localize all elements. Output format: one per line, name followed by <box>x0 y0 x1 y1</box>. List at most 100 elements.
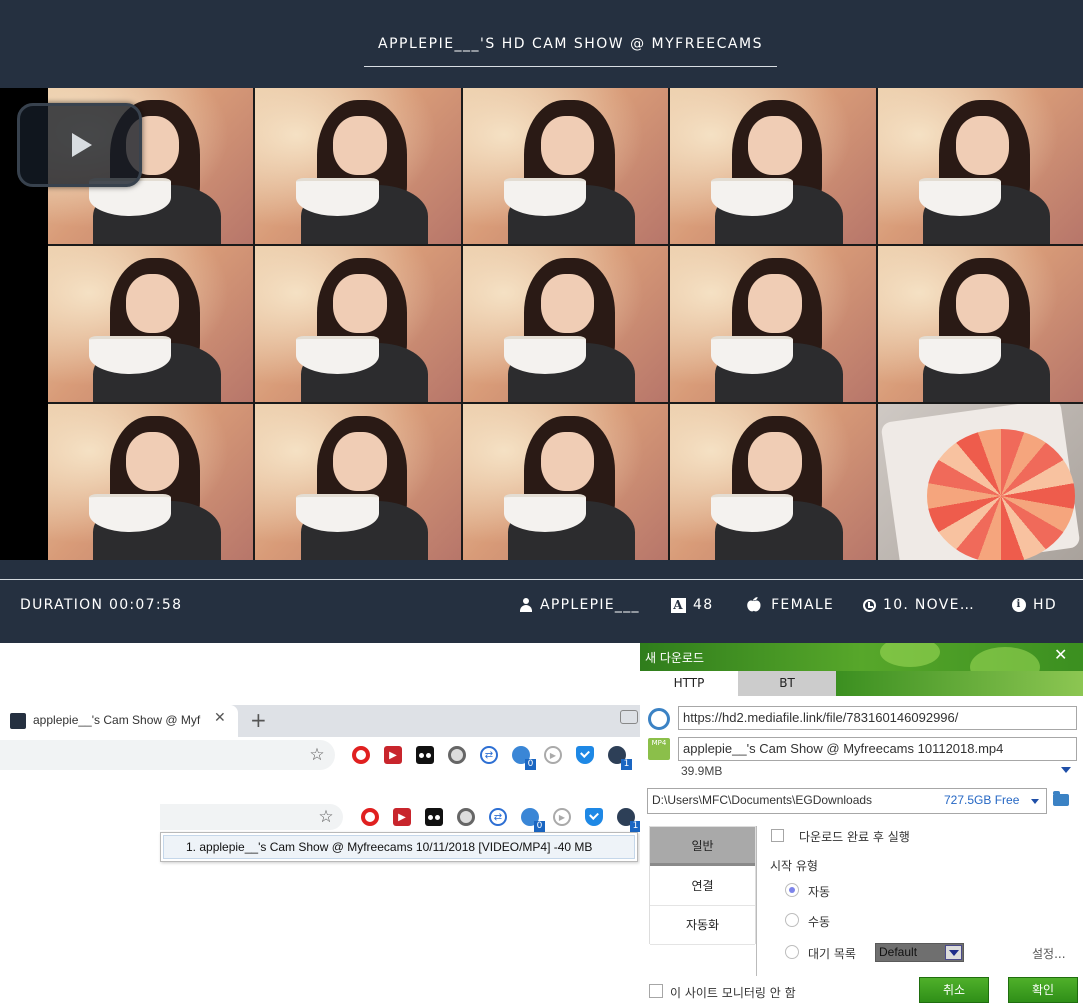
address-bar[interactable] <box>160 804 343 830</box>
font-icon: A <box>671 597 686 613</box>
tab-bt[interactable]: BT <box>738 671 836 696</box>
sync-icon[interactable]: ⇄ <box>489 808 507 826</box>
info-icon: i <box>1012 598 1026 612</box>
browser-tab[interactable]: applepie__'s Cam Show @ Myf ✕ <box>0 705 238 737</box>
record-icon[interactable]: ▶ <box>393 808 411 826</box>
page-header: APPLEPIE___'S HD CAM SHOW @ MYFREECAMS <box>0 0 1083 88</box>
eagleget-icon[interactable]: 1 <box>608 746 632 770</box>
site-favicon-icon <box>10 713 26 729</box>
record-icon[interactable]: ▶ <box>384 746 402 764</box>
play-circle-icon[interactable]: ▶ <box>553 808 571 826</box>
start-type-label: 시작 유형 <box>770 859 818 873</box>
film-reel-icon[interactable] <box>457 808 475 826</box>
globe-icon[interactable]: 0 <box>521 808 545 832</box>
browser-toolbar-secondary: ☆ ▶ ⇄ 0 ▶ 1 <box>160 804 641 832</box>
folder-icon[interactable] <box>1053 791 1069 806</box>
queue-select-value: Default <box>879 945 918 959</box>
apple-icon: 🍎︎ <box>745 597 765 613</box>
ok-button[interactable]: 확인 <box>1008 977 1078 1003</box>
clock-icon <box>863 598 876 612</box>
prize-wheel <box>926 428 1075 560</box>
video-thumbnail <box>670 246 876 402</box>
nav-item-connection[interactable]: 연결 <box>650 867 755 906</box>
cancel-button[interactable]: 취소 <box>919 977 989 1003</box>
globe-icon[interactable]: 0 <box>512 746 536 770</box>
chevron-down-icon[interactable] <box>1031 799 1039 804</box>
age-label: A 48 <box>671 597 713 613</box>
video-thumbnail <box>255 404 461 560</box>
close-icon[interactable]: ✕ <box>1054 645 1067 664</box>
video-thumbnail <box>462 88 669 244</box>
shield-icon[interactable] <box>585 808 603 826</box>
play-circle-icon[interactable]: ▶ <box>544 746 562 764</box>
nav-item-general[interactable]: 일반 <box>650 827 755 866</box>
browser-tab-strip: applepie__'s Cam Show @ Myf ✕ + <box>0 705 640 737</box>
start-auto-label: 자동 <box>808 885 831 899</box>
bookmark-star-icon[interactable]: ☆ <box>308 745 326 765</box>
address-bar[interactable] <box>0 740 335 770</box>
extension-row: ☆ ▶ ⇄ 0 ▶ 1 <box>308 745 640 770</box>
shield-icon[interactable] <box>576 746 594 764</box>
close-tab-icon[interactable]: ✕ <box>214 710 226 726</box>
gender-label: 🍎︎ FEMALE <box>745 597 835 613</box>
page-title: APPLEPIE___'S HD CAM SHOW @ MYFREECAMS <box>378 36 763 52</box>
chevron-down-icon[interactable] <box>1061 767 1071 773</box>
eagleget-icon[interactable]: 1 <box>617 808 641 832</box>
opera-icon[interactable] <box>361 808 379 826</box>
start-queue-radio[interactable] <box>785 945 799 959</box>
save-path-field[interactable]: D:\Users\MFC\Documents\EGDownloads 727.5… <box>647 788 1047 814</box>
filename-field[interactable]: applepie__'s Cam Show @ Myfreecams 10112… <box>678 737 1077 761</box>
downloader-icon[interactable] <box>425 808 443 826</box>
chevron-down-icon[interactable] <box>945 945 962 960</box>
dialog-titlebar[interactable]: 새 다운로드 ✕ <box>640 643 1083 671</box>
video-thumbnail <box>48 246 254 402</box>
sync-icon[interactable]: ⇄ <box>480 746 498 764</box>
username-label: APPLEPIE___ <box>519 597 640 613</box>
opera-icon[interactable] <box>352 746 370 764</box>
new-tab-button[interactable]: + <box>250 708 267 732</box>
mp4-file-icon: MP4 <box>648 738 670 760</box>
queue-select[interactable]: Default <box>875 943 964 962</box>
url-field[interactable]: https://hd2.mediafile.link/file/78316014… <box>678 706 1077 730</box>
video-thumbnail <box>670 88 876 244</box>
tab-http[interactable]: HTTP <box>640 671 738 696</box>
thumbnail-grid <box>48 88 1083 560</box>
file-size: 39.9MB <box>681 764 723 778</box>
window-restore-button[interactable] <box>620 710 638 724</box>
video-info-bar: DURATION 00:07:58 APPLEPIE___ A 48 🍎︎ FE… <box>0 560 1083 643</box>
dont-monitor-label: 이 사이트 모니터링 안 함 <box>670 986 796 1000</box>
video-thumbnail <box>255 88 461 244</box>
link-icon <box>643 703 675 735</box>
bookmark-star-icon[interactable]: ☆ <box>317 807 335 827</box>
video-thumbnail <box>255 246 461 402</box>
download-popup-menu: 1. applepie__'s Cam Show @ Myfreecams 10… <box>160 832 638 862</box>
video-player[interactable] <box>0 88 1083 560</box>
dont-monitor-checkbox[interactable] <box>649 984 663 998</box>
dialog-title: 새 다운로드 <box>645 651 705 665</box>
save-path-text: D:\Users\MFC\Documents\EGDownloads <box>652 793 873 807</box>
video-thumbnail <box>670 404 876 560</box>
start-manual-label: 수동 <box>808 915 831 929</box>
video-thumbnail <box>877 404 1083 560</box>
info-divider <box>0 579 1083 580</box>
video-thumbnail <box>877 246 1083 402</box>
film-reel-icon[interactable] <box>448 746 466 764</box>
start-manual-radio[interactable] <box>785 913 799 927</box>
quality-label: i HD <box>1012 597 1057 613</box>
run-after-download-checkbox[interactable] <box>771 829 784 842</box>
video-thumbnail <box>462 246 669 402</box>
play-icon <box>71 133 92 157</box>
tab-title: applepie__'s Cam Show @ Myf <box>33 713 201 727</box>
play-button[interactable] <box>17 103 142 187</box>
start-auto-radio[interactable] <box>785 883 799 897</box>
settings-link[interactable]: 설정... <box>1032 945 1066 962</box>
downloader-icon[interactable] <box>416 746 434 764</box>
video-thumbnail <box>877 88 1083 244</box>
title-underline <box>364 66 777 67</box>
date-label: 10. NOVE… <box>863 597 975 613</box>
nav-item-automation[interactable]: 자동화 <box>650 906 755 945</box>
dialog-tabs: HTTP BT <box>640 671 1083 696</box>
vertical-divider <box>756 826 757 976</box>
duration-label: DURATION 00:07:58 <box>20 597 183 613</box>
download-menu-item[interactable]: 1. applepie__'s Cam Show @ Myfreecams 10… <box>163 835 635 859</box>
